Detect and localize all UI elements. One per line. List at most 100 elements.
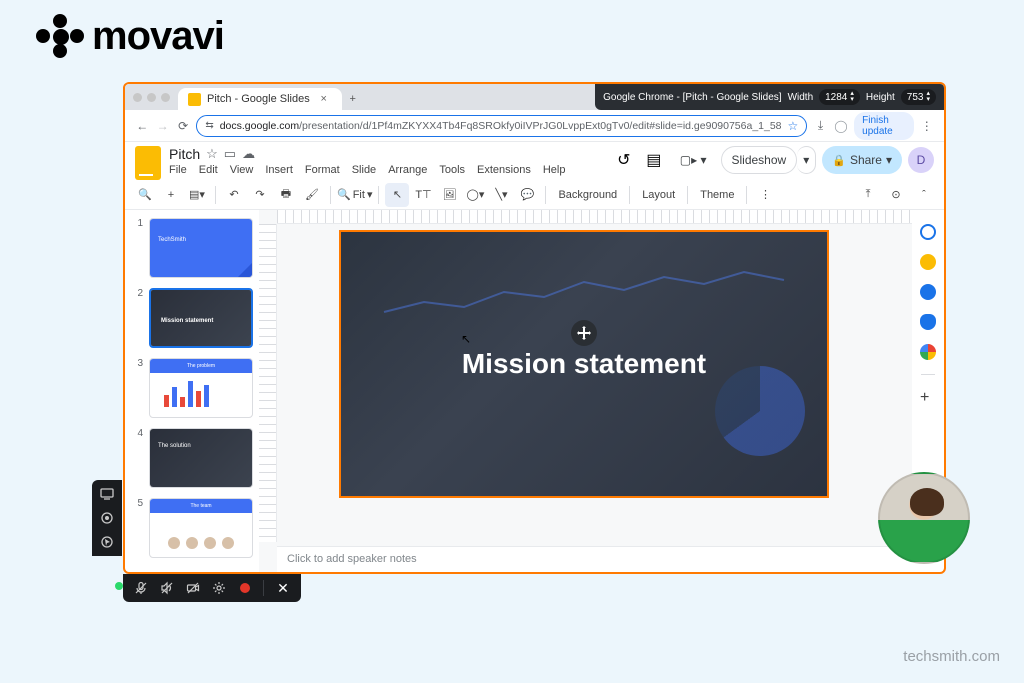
reload-button[interactable]: ⟳ (176, 116, 190, 136)
browser-menu-icon[interactable]: ⋮ (920, 116, 934, 136)
paint-format-button[interactable]: 🖌 (300, 183, 324, 207)
recorder-close-button[interactable]: ✕ (275, 580, 291, 596)
new-slide-dropdown[interactable]: ▤▾ (185, 183, 209, 207)
meet-camera-button[interactable]: ▢▸ ▾ (672, 146, 715, 174)
contacts-icon[interactable] (920, 314, 936, 330)
height-label: Height (866, 92, 895, 103)
menu-slide[interactable]: Slide (352, 164, 376, 176)
menu-arrange[interactable]: Arrange (388, 164, 427, 176)
menu-help[interactable]: Help (543, 164, 566, 176)
document-title[interactable]: Pitch (169, 146, 200, 162)
comment-tool[interactable]: 💬 (515, 183, 539, 207)
site-lock-icon[interactable]: ⇆ (205, 120, 213, 131)
calendar-icon[interactable] (920, 224, 936, 240)
main-menu: File Edit View Insert Format Slide Arran… (169, 164, 612, 176)
shape-tool[interactable]: ◯▾ (463, 183, 487, 207)
theme-button[interactable]: Theme (694, 189, 740, 201)
print-button[interactable]: 🖶 (274, 183, 298, 207)
filmstrip[interactable]: 1 TechSmith 2 Mission statement 3 The pr… (125, 210, 259, 572)
menu-extensions[interactable]: Extensions (477, 164, 531, 176)
new-slide-button[interactable]: + (159, 183, 183, 207)
zoom-control[interactable]: 🔍 Fit ▾ (337, 188, 372, 201)
forward-button[interactable]: → (155, 116, 169, 136)
collapse-filmstrip-icon[interactable]: ‹ (171, 568, 191, 572)
new-tab-button[interactable]: + (342, 88, 364, 110)
hide-menus-icon[interactable]: ˆ (912, 183, 936, 207)
browser-toolbar: ← → ⟳ ⇆ docs.google.com/presentation/d/1… (125, 110, 944, 142)
extension-icon[interactable]: ◯ (834, 116, 848, 136)
history-icon[interactable]: ↺ (612, 148, 636, 172)
recorder-screen-icon[interactable] (99, 486, 115, 502)
slideshow-dropdown[interactable]: ▾ (797, 146, 816, 174)
download-icon[interactable]: ⤓ (813, 116, 827, 136)
slide-canvas[interactable]: ↖ Mission statement (339, 230, 829, 498)
recorder-mic-icon[interactable] (133, 580, 149, 596)
height-stepper[interactable]: 753▴▾ (901, 89, 936, 105)
recorder-cursor-icon[interactable] (99, 534, 115, 550)
filmstrip-slide-3[interactable]: 3 The problem (133, 358, 255, 418)
slide-bg-piechart (715, 366, 805, 456)
keep-icon[interactable] (920, 254, 936, 270)
star-icon[interactable]: ☆ (206, 146, 218, 162)
recorder-webcam-icon[interactable] (99, 510, 115, 526)
webcam-overlay[interactable] (878, 472, 970, 564)
overflow-menu[interactable]: ⋮ (753, 183, 777, 207)
select-tool[interactable]: ↖ (385, 183, 409, 207)
addons-plus-icon[interactable]: + (920, 389, 936, 405)
comments-icon[interactable]: ▤ (642, 148, 666, 172)
slide-title-text[interactable]: Mission statement (462, 348, 706, 380)
browser-tab[interactable]: Pitch - Google Slides × (178, 88, 342, 110)
grid-view-icon[interactable]: ▦ (143, 568, 163, 572)
recorder-camera-icon[interactable] (185, 580, 201, 596)
present-record-icon[interactable]: ⊙ (884, 183, 908, 207)
move-handle-icon[interactable] (571, 320, 597, 346)
slide-canvas-area[interactable]: ↖ Mission statement Click to add speaker… (259, 210, 912, 572)
recorder-settings-icon[interactable] (211, 580, 227, 596)
line-tool[interactable]: ╲▾ (489, 183, 513, 207)
tasks-icon[interactable] (920, 284, 936, 300)
maps-icon[interactable] (920, 344, 936, 360)
menu-insert[interactable]: Insert (265, 164, 293, 176)
window-controls[interactable] (125, 84, 178, 110)
textbox-tool[interactable]: T⊤ (411, 183, 435, 207)
layout-button[interactable]: Layout (636, 189, 681, 201)
filmstrip-slide-5[interactable]: 5 The team (133, 498, 255, 558)
account-avatar[interactable]: D (908, 147, 934, 173)
address-bar[interactable]: ⇆ docs.google.com/presentation/d/1Pf4mZK… (196, 115, 807, 137)
present-up-icon[interactable]: ⤒ (856, 183, 880, 207)
zoom-value: Fit (353, 189, 365, 201)
back-button[interactable]: ← (135, 116, 149, 136)
width-stepper[interactable]: 1284▴▾ (819, 89, 860, 105)
background-button[interactable]: Background (552, 189, 623, 201)
image-tool[interactable]: 🖼 (437, 183, 461, 207)
filmstrip-slide-2[interactable]: 2 Mission statement (133, 288, 255, 348)
recorder-side-toolbar (92, 480, 122, 556)
movavi-logo: movavi (36, 12, 224, 60)
share-button[interactable]: 🔒Share▾ (822, 146, 902, 174)
slides-toolbar: 🔍 + ▤▾ ↶ ↷ 🖶 🖌 🔍 Fit ▾ ↖ T⊤ 🖼 ◯▾ ╲▾ 💬 Ba… (125, 180, 944, 210)
tab-close-icon[interactable]: × (316, 93, 332, 105)
redo-button[interactable]: ↷ (248, 183, 272, 207)
slides-header: Pitch ☆ ▭ ☁ File Edit View Insert Format… (125, 142, 944, 180)
chevron-down-icon: ▾ (367, 188, 373, 201)
ruler-horizontal (277, 210, 912, 224)
undo-button[interactable]: ↶ (222, 183, 246, 207)
menu-file[interactable]: File (169, 164, 187, 176)
menu-edit[interactable]: Edit (199, 164, 218, 176)
menu-format[interactable]: Format (305, 164, 340, 176)
bookmark-star-icon[interactable]: ☆ (788, 119, 799, 133)
menu-tools[interactable]: Tools (439, 164, 465, 176)
filmstrip-slide-4[interactable]: 4 The solution (133, 428, 255, 488)
search-menu-icon[interactable]: 🔍 (133, 183, 157, 207)
recorder-audio-icon[interactable] (159, 580, 175, 596)
slides-app-icon[interactable] (135, 146, 161, 180)
finish-update-chip[interactable]: Finish update (854, 112, 913, 140)
move-folder-icon[interactable]: ▭ (224, 146, 236, 162)
techsmith-watermark: techsmith.com (903, 648, 1000, 665)
slideshow-button[interactable]: Slideshow (721, 146, 798, 174)
filmstrip-slide-1[interactable]: 1 TechSmith (133, 218, 255, 278)
speaker-notes[interactable]: Click to add speaker notes (277, 546, 912, 572)
menu-view[interactable]: View (230, 164, 254, 176)
recorder-record-button[interactable] (237, 580, 253, 596)
movavi-wordmark: movavi (92, 14, 224, 59)
